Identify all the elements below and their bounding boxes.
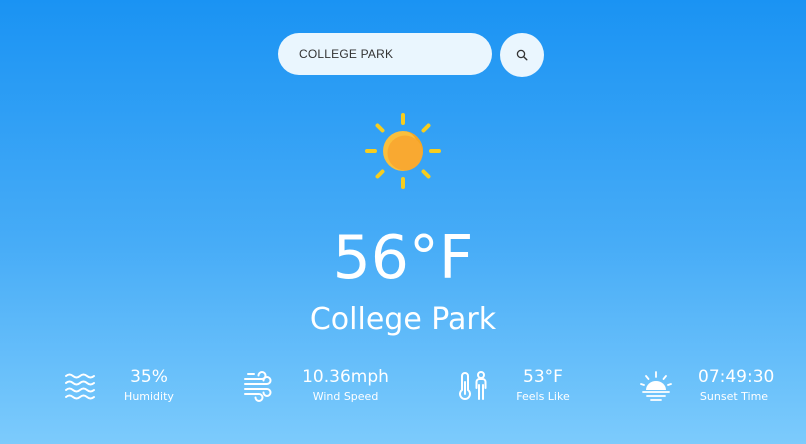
- feels-like-stat: 53°F Feels Like: [457, 366, 577, 408]
- feels-like-value: 53°F: [523, 367, 563, 387]
- wind-stat: 10.36mph Wind Speed: [243, 366, 393, 408]
- wind-speed-value: 10.36mph: [302, 367, 389, 387]
- wind-icon: [243, 370, 275, 402]
- search-button[interactable]: [500, 33, 544, 77]
- city-name: College Park: [309, 302, 497, 337]
- waves-icon: [64, 370, 96, 402]
- humidity-value: 35%: [130, 367, 168, 387]
- temperature: 56°F: [332, 223, 474, 293]
- thermometer-person-icon: [457, 370, 489, 402]
- humidity-stat: 35% Humidity: [64, 366, 184, 408]
- search-icon: [516, 49, 528, 61]
- sunset-time-label: Sunset Time: [699, 390, 769, 403]
- sun-icon: [363, 111, 443, 191]
- feels-like-label: Feels Like: [516, 390, 570, 403]
- sunset-icon: [640, 370, 672, 402]
- sunset-stat: 07:49:30 Sunset Time: [640, 366, 775, 408]
- search-input[interactable]: [278, 33, 492, 75]
- sunset-time-value: 07:49:30: [698, 367, 775, 387]
- wind-speed-label: Wind Speed: [312, 390, 379, 403]
- humidity-label: Humidity: [124, 390, 174, 403]
